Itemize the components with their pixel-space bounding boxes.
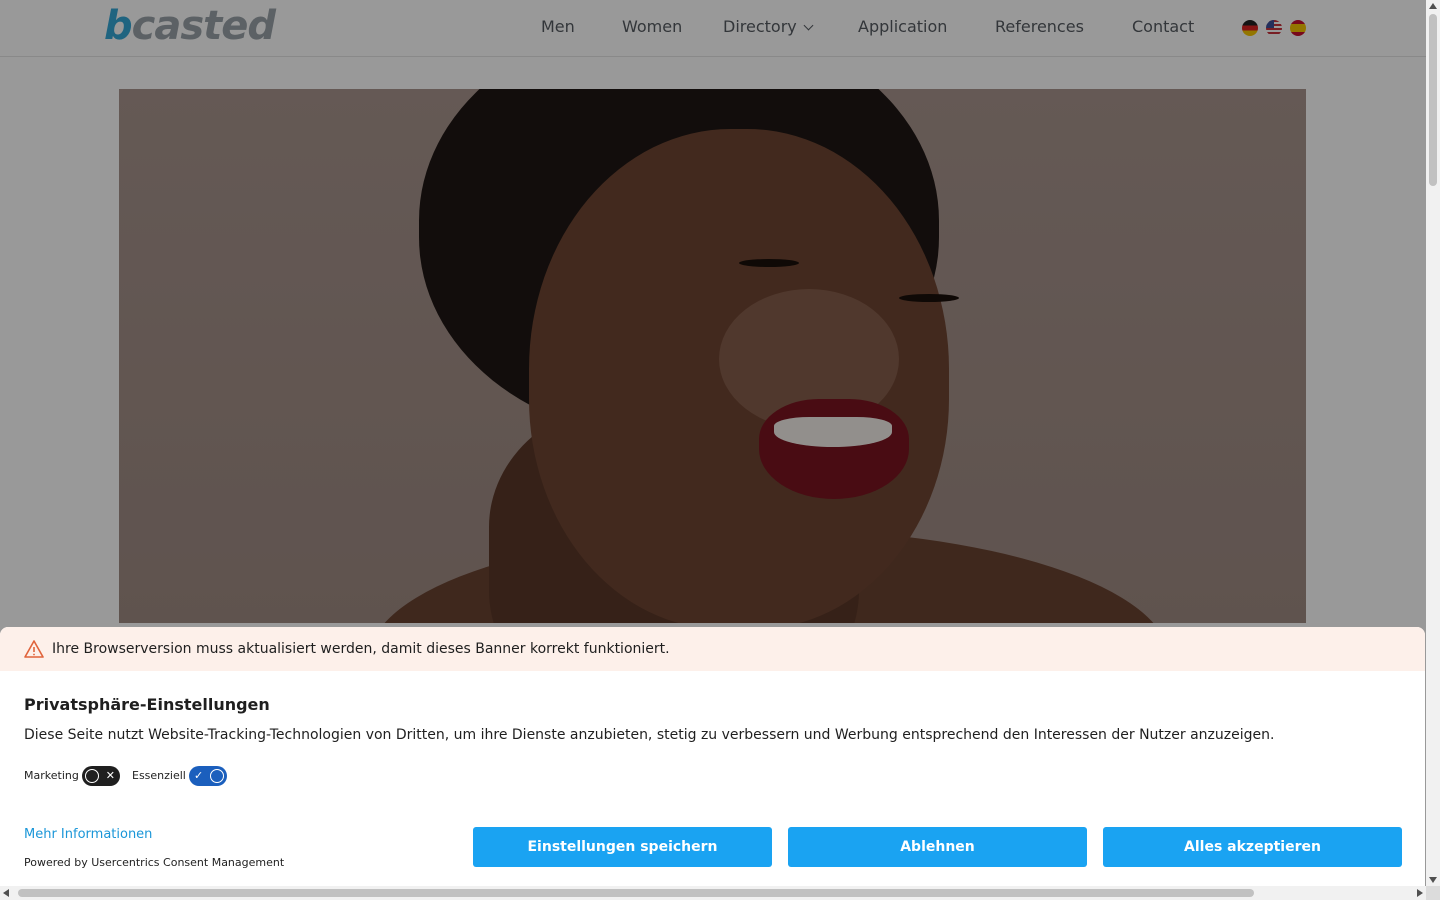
- scroll-right-arrow-icon[interactable]: [1417, 889, 1423, 897]
- scroll-down-arrow-icon[interactable]: [1429, 877, 1437, 883]
- vertical-scrollbar[interactable]: [1426, 0, 1440, 886]
- scroll-left-arrow-icon[interactable]: [3, 889, 9, 897]
- scroll-up-arrow-icon[interactable]: [1429, 3, 1437, 9]
- browser-warning: Ihre Browserversion muss aktualisiert we…: [0, 627, 1425, 671]
- powered-by-text: Powered by Usercentrics Consent Manageme…: [24, 856, 285, 869]
- warning-icon: [24, 640, 44, 658]
- toggle-knob: [210, 769, 224, 783]
- marketing-toggle[interactable]: ✕: [82, 766, 120, 786]
- accept-all-button[interactable]: Alles akzeptieren: [1103, 827, 1402, 867]
- close-icon: ✕: [105, 769, 115, 782]
- vertical-scroll-thumb[interactable]: [1429, 14, 1437, 186]
- toggle-label-essential: Essenziell: [132, 769, 186, 782]
- horizontal-scrollbar[interactable]: [0, 886, 1426, 900]
- consent-description: Diese Seite nutzt Website-Tracking-Techn…: [24, 727, 1275, 743]
- browser-warning-text: Ihre Browserversion muss aktualisiert we…: [52, 641, 670, 657]
- toggle-label-marketing: Marketing: [24, 769, 79, 782]
- consent-title: Privatsphäre-Einstellungen: [24, 695, 270, 714]
- check-icon: ✓: [194, 769, 204, 782]
- essential-toggle[interactable]: ✓: [189, 766, 227, 786]
- save-settings-button[interactable]: Einstellungen speichern: [473, 827, 772, 867]
- decline-button[interactable]: Ablehnen: [788, 827, 1087, 867]
- horizontal-scroll-thumb[interactable]: [18, 889, 1254, 897]
- toggle-knob: [85, 769, 99, 783]
- more-info-link[interactable]: Mehr Informationen: [24, 827, 152, 843]
- scrollbar-corner: [1426, 886, 1440, 900]
- consent-banner: Ihre Browserversion muss aktualisiert we…: [0, 627, 1425, 886]
